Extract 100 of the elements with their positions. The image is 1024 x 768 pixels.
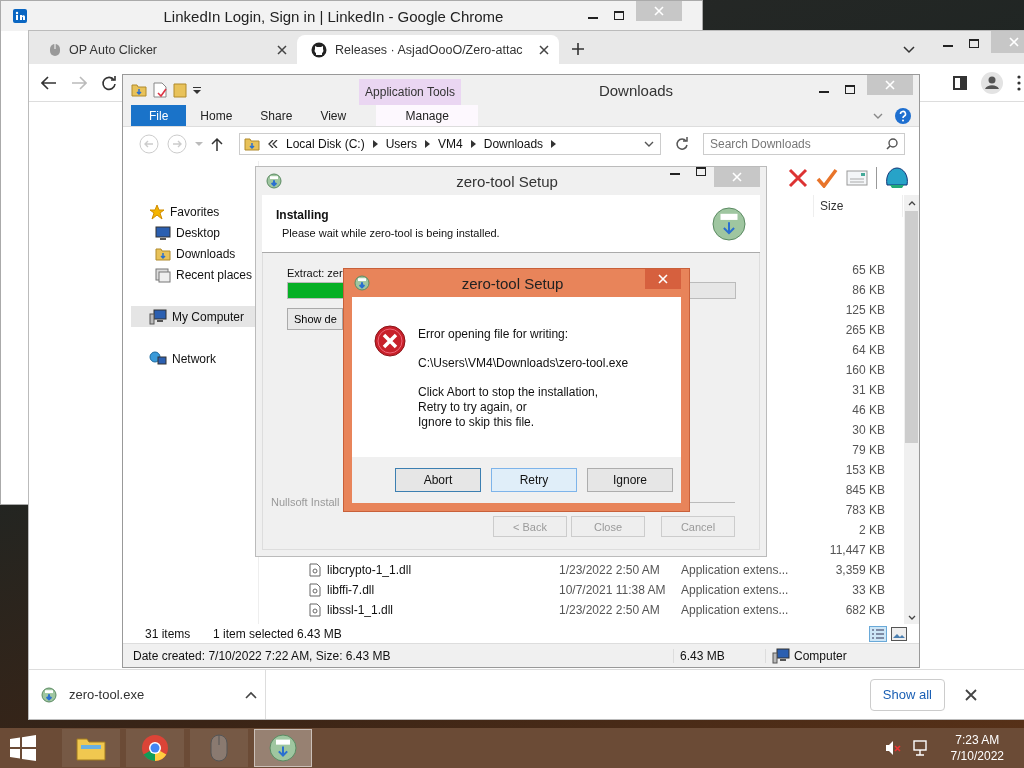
file-icon	[309, 603, 321, 617]
windows-logo-icon[interactable]	[10, 735, 36, 761]
size-cell-text: 3,359 KB	[834, 563, 886, 577]
maximize-icon[interactable]	[845, 85, 855, 95]
date-cell-text: 10/7/2021 11:38 AM	[559, 583, 667, 597]
maximize-icon[interactable]	[614, 11, 624, 21]
ribbon-tab[interactable]: Share	[246, 105, 307, 126]
ribbon-tab[interactable]: View	[306, 105, 361, 126]
heading: Installing	[276, 208, 330, 222]
breadcrumb-item[interactable]: Users	[385, 137, 418, 151]
window-title: zero-tool Setup	[455, 172, 559, 190]
ribbon-tab[interactable]: File	[131, 105, 187, 126]
search-field[interactable]: Search Downloads	[703, 133, 905, 155]
nav-item[interactable]: Recent places	[131, 264, 258, 285]
taskbar-button[interactable]	[126, 729, 184, 767]
show-all-button[interactable]: Show all	[869, 678, 945, 711]
dialog-button[interactable]: Ignore	[587, 468, 673, 492]
tab-title: Releases · AsjadOooO/Zero-attac	[335, 42, 524, 57]
search-icon[interactable]	[886, 138, 898, 150]
refresh-icon[interactable]	[675, 137, 689, 151]
monitor-icon	[155, 225, 171, 240]
column-header[interactable]: Size	[813, 195, 903, 217]
chevrons-left-icon[interactable]	[268, 140, 278, 148]
chevron-down-icon[interactable]	[644, 141, 654, 147]
caret-right-icon[interactable]	[425, 140, 431, 148]
file-name: zero-tool.exe	[69, 687, 145, 702]
browser-tab[interactable]: Releases · AsjadOooO/Zero-attac	[297, 35, 559, 64]
nav-item[interactable]: Downloads	[131, 243, 258, 264]
folder-icon	[76, 735, 106, 761]
nav-item[interactable]: My Computer	[131, 306, 258, 327]
maximize-icon[interactable]	[969, 39, 979, 49]
file-name[interactable]: libcrypto-1_1.dll	[327, 563, 412, 577]
chevron-down-icon[interactable]	[907, 615, 916, 620]
chevron-up-icon[interactable]	[907, 201, 916, 206]
file-icon	[309, 583, 321, 597]
nav-item[interactable]: Network	[131, 348, 258, 369]
up-arrow-icon[interactable]	[211, 137, 223, 151]
chevron-down-icon[interactable]	[903, 46, 915, 54]
close-button[interactable]	[645, 269, 681, 289]
dialog-button[interactable]: Retry	[491, 468, 577, 492]
speaker-muted-icon[interactable]	[884, 740, 901, 756]
size-cell-text: 682 KB	[844, 603, 886, 617]
back-arrow-icon[interactable]	[41, 75, 57, 90]
size-cell-text: 79 KB	[851, 443, 886, 457]
computer-icon	[149, 308, 167, 325]
breadcrumb-item[interactable]: Downloads	[483, 137, 544, 151]
thumbnail-view-icon[interactable]	[891, 626, 907, 641]
reload-icon[interactable]	[101, 74, 117, 91]
caret-right-icon[interactable]	[551, 140, 557, 148]
window-title: zero-tool Setup	[460, 274, 565, 292]
help-icon[interactable]	[895, 107, 911, 124]
tab-title: OP Auto Clicker	[69, 42, 158, 57]
brand-text: Nullsoft Install	[271, 496, 340, 508]
taskbar-button[interactable]	[254, 729, 312, 767]
close-icon[interactable]	[539, 44, 549, 55]
file-name[interactable]: libffi-7.dll	[327, 583, 375, 597]
file-size: 6.43 MB	[674, 648, 766, 663]
size-cell-text: 33 KB	[851, 583, 886, 597]
file-name[interactable]: libssl-1_1.dll	[327, 603, 394, 617]
maximize-icon[interactable]	[696, 167, 706, 177]
cross-icon	[788, 168, 808, 188]
dropdown-icon[interactable]	[193, 86, 201, 94]
sidebar-icon[interactable]	[953, 75, 967, 90]
scroll-thumb[interactable]	[905, 211, 918, 443]
size-cell-text: 2 KB	[858, 523, 886, 537]
card-icon	[846, 170, 868, 186]
size-cell-text: 11,447 KB	[828, 543, 886, 557]
details-view-icon[interactable]	[869, 625, 887, 642]
caret-right-icon[interactable]	[470, 140, 476, 148]
recent-places-icon	[155, 266, 171, 283]
plus-icon[interactable]	[571, 42, 585, 56]
properties-icon[interactable]	[153, 82, 167, 98]
download-item[interactable]: zero-tool.exe	[29, 670, 266, 719]
more-vertical-icon[interactable]	[1017, 74, 1021, 91]
ribbon-tab[interactable]: Home	[186, 105, 247, 126]
ribbon-tab[interactable]: Manage	[376, 105, 479, 126]
breadcrumb-item[interactable]: VM4	[438, 137, 463, 151]
file-icon	[309, 563, 321, 577]
date-cell-text: 1/23/2022 2:50 AM	[559, 563, 661, 577]
breadcrumb-item[interactable]: Local Disk (C:)	[286, 137, 365, 151]
checkmark-icon	[816, 168, 838, 188]
scrollbar[interactable]	[904, 195, 919, 624]
type-cell-text: Application extens...	[681, 603, 790, 617]
profile-icon[interactable]	[981, 71, 1003, 94]
window-title: Downloads	[597, 81, 675, 101]
star-icon	[149, 203, 165, 220]
nav-item[interactable]: Favorites	[131, 201, 258, 222]
dialog-button[interactable]: Abort	[395, 468, 481, 492]
clock[interactable]: 7:23 AM 7/10/2022	[944, 732, 1010, 764]
caret-up-icon[interactable]	[245, 690, 257, 699]
nav-item[interactable]: Desktop	[131, 222, 258, 243]
close-icon[interactable]	[965, 688, 977, 701]
details-button[interactable]: Show de	[287, 308, 343, 330]
zone-label: Computer	[794, 648, 847, 663]
close-icon[interactable]	[277, 44, 287, 55]
address-bar[interactable]: Local Disk (C:) Users VM4 Downloads	[239, 133, 661, 155]
browser-tab[interactable]: OP Auto Clicker	[35, 35, 297, 64]
context-tab-group: Application Tools	[359, 79, 461, 105]
caret-right-icon[interactable]	[372, 140, 378, 148]
taskbar-button[interactable]	[62, 729, 120, 767]
